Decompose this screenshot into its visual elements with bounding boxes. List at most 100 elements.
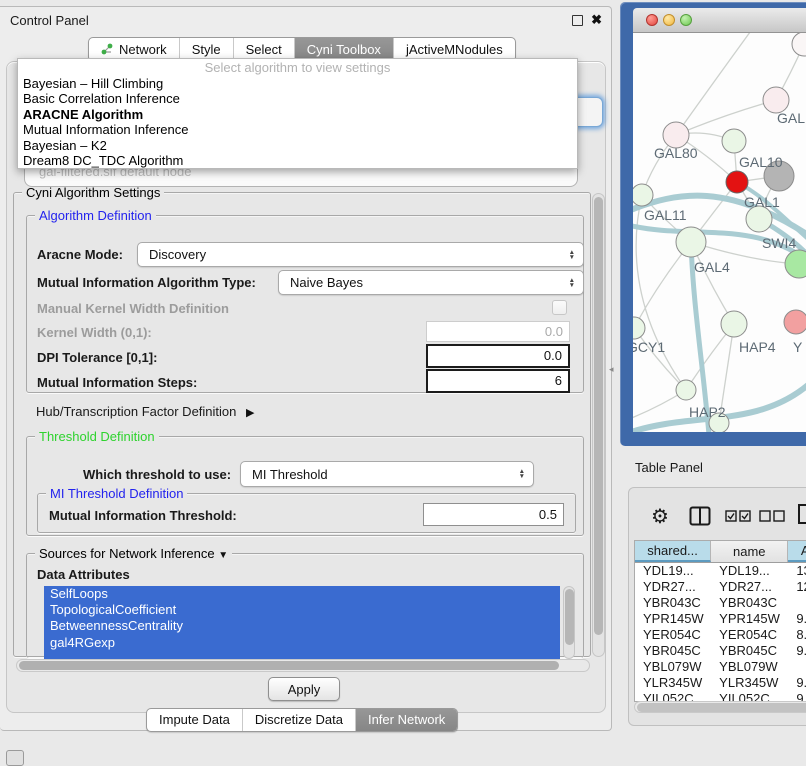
select-all-checkboxes-icon[interactable] [725, 510, 751, 522]
popup-item-aracne[interactable]: ARACNE Algorithm [18, 107, 577, 122]
node-gal1[interactable] [726, 171, 748, 193]
manual-kernel-label: Manual Kernel Width Definition [37, 301, 229, 316]
node-label: GAL [777, 110, 805, 126]
node-label: HAP4 [739, 339, 776, 355]
node-y-partial[interactable] [784, 310, 806, 334]
aracne-mode-combo[interactable]: Discovery ▲▼ [137, 242, 584, 267]
close-traffic-light-icon[interactable] [646, 14, 658, 26]
table-row[interactable]: YER054CYER054C8. [635, 627, 806, 643]
popup-item-bayesian-k2[interactable]: Bayesian – K2 [18, 138, 577, 153]
node-gcy1[interactable] [633, 317, 645, 339]
table-row[interactable]: YPR145WYPR145W9. [635, 611, 806, 627]
network-canvas[interactable]: GAL GAL80 GAL10 GAL1 GAL11 SWI4 GAL4 GCY… [633, 33, 806, 432]
node-partial-top[interactable] [792, 33, 806, 56]
float-window-icon[interactable] [572, 15, 583, 26]
minimize-traffic-light-icon[interactable] [663, 14, 675, 26]
node-hap4[interactable] [721, 311, 747, 337]
gear-icon[interactable]: ⚙ [651, 504, 669, 529]
attribute-betweennesscentrality[interactable]: BetweennessCentrality [44, 618, 560, 634]
node-label: SWI4 [762, 235, 796, 251]
column-header-shared-name[interactable]: shared... [635, 541, 711, 562]
mi-steps-label: Mutual Information Steps: [37, 375, 197, 390]
close-icon[interactable]: ✖ [591, 12, 602, 28]
mi-steps-field[interactable]: 6 [426, 369, 570, 393]
dpi-tolerance-label: DPI Tolerance [0,1]: [37, 350, 157, 365]
attributes-scrollbar[interactable] [563, 586, 575, 659]
node-label: GCY1 [633, 339, 665, 355]
node-label: GAL80 [654, 145, 698, 161]
sources-group: Sources for Network Inference ▼ Data Att… [26, 553, 584, 658]
manual-kernel-checkbox[interactable] [552, 300, 567, 315]
stepper-arrows-icon: ▲▼ [569, 278, 575, 288]
node-label: GAL4 [694, 259, 730, 275]
column-header-partial[interactable]: A [788, 541, 806, 562]
attribute-selfloops[interactable]: SelfLoops [44, 586, 560, 602]
table-hscrollbar-thumb[interactable] [637, 703, 806, 712]
bottom-tabs: Impute Data Discretize Data Infer Networ… [146, 708, 458, 732]
settings-vscrollbar-thumb[interactable] [594, 197, 603, 635]
node-hap2[interactable] [676, 380, 696, 400]
popup-item-bayesian-hill-climbing[interactable]: Bayesian – Hill Climbing [18, 76, 577, 91]
which-threshold-combo[interactable]: MI Threshold ▲▼ [240, 461, 534, 487]
node-label: GAL1 [744, 194, 780, 210]
table-horizontal-scrollbar[interactable] [634, 701, 806, 713]
attributes-scrollbar-thumb[interactable] [565, 589, 574, 645]
mi-type-value: Naive Bayes [290, 275, 363, 290]
control-panel: Control Panel ✖ Network Style Select Cyn… [0, 6, 612, 731]
mi-threshold-field[interactable]: 0.5 [423, 503, 564, 526]
tab-impute-data[interactable]: Impute Data [147, 709, 242, 731]
table-row[interactable]: YBL079WYBL079W [635, 659, 806, 675]
network-window-titlebar[interactable] [633, 8, 806, 33]
algorithm-definition-title: Algorithm Definition [35, 208, 156, 223]
node-gal11[interactable] [633, 184, 653, 206]
cyni-settings-title: Cyni Algorithm Settings [22, 185, 164, 200]
node-gal10[interactable] [722, 129, 746, 153]
zoom-traffic-light-icon[interactable] [680, 14, 692, 26]
table-row[interactable]: YDL19...YDL19...13 [635, 563, 806, 579]
splitpane-collapse-icon[interactable]: ◂ [609, 364, 614, 375]
table-row[interactable]: YLR345WYLR345W9. [635, 675, 806, 691]
column-browser-icon[interactable] [689, 506, 711, 526]
node-label: HAP2 [689, 404, 726, 420]
hub-definition-toggle[interactable]: Hub/Transcription Factor Definition ▶ [36, 404, 254, 419]
kernel-width-field[interactable]: 0.0 [426, 321, 570, 342]
node-table: shared... name A YDL19...YDL19...13 YDR2… [634, 540, 806, 702]
node-label: GAL11 [644, 207, 687, 223]
tab-infer-network[interactable]: Infer Network [355, 709, 457, 731]
table-row[interactable]: YBR043CYBR043C [635, 595, 806, 611]
tab-network-label: Network [119, 42, 167, 57]
popup-item-mutual-information[interactable]: Mutual Information Inference [18, 122, 577, 137]
node-green-partial[interactable] [785, 250, 806, 278]
table-row[interactable]: YDR27...YDR27...12 [635, 579, 806, 595]
attribute-topologicalcoefficient[interactable]: TopologicalCoefficient [44, 602, 560, 618]
hub-definition-label: Hub/Transcription Factor Definition [36, 404, 236, 419]
settings-vertical-scrollbar[interactable] [592, 193, 605, 657]
popup-placeholder: Select algorithm to view settings [18, 59, 577, 76]
mi-type-combo[interactable]: Naive Bayes ▲▼ [278, 270, 584, 295]
mi-threshold-label: Mutual Information Threshold: [49, 508, 237, 523]
sources-title-wrap[interactable]: Sources for Network Inference ▼ [35, 546, 232, 561]
dpi-tolerance-field[interactable]: 0.0 [426, 344, 570, 368]
data-attributes-list: SelfLoops TopologicalCoefficient Between… [44, 586, 560, 659]
settings-horizontal-scrollbar[interactable] [16, 659, 590, 672]
corner-grid-button[interactable] [6, 750, 24, 766]
attribute-gal4rgexp[interactable]: gal4RGexp [44, 635, 560, 651]
settings-hscrollbar-thumb[interactable] [19, 661, 559, 670]
popup-item-basic-correlation[interactable]: Basic Correlation Inference [18, 91, 577, 106]
mi-threshold-group: MI Threshold Definition Mutual Informati… [37, 493, 576, 533]
deselect-all-checkboxes-icon[interactable] [759, 510, 785, 522]
popup-item-dream8[interactable]: Dream8 DC_TDC Algorithm [18, 153, 577, 168]
node-gal4[interactable] [676, 227, 706, 257]
aracne-mode-value: Discovery [149, 247, 206, 262]
table-row[interactable]: YBR045CYBR045C9. [635, 643, 806, 659]
apply-button[interactable]: Apply [268, 677, 340, 701]
export-table-icon[interactable] [797, 503, 806, 525]
tab-discretize-data[interactable]: Discretize Data [242, 709, 355, 731]
stepper-arrows-icon: ▲▼ [569, 250, 575, 260]
column-header-name[interactable]: name [711, 541, 788, 562]
node-label: GAL10 [739, 154, 783, 170]
algorithm-definition-group: Algorithm Definition Aracne Mode: Discov… [26, 215, 584, 393]
algorithm-dropdown-popup: Select algorithm to view settings Bayesi… [17, 58, 578, 169]
table-panel-title: Table Panel [635, 460, 703, 475]
cyni-algorithm-settings-group: Cyni Algorithm Settings Algorithm Defini… [13, 192, 591, 657]
